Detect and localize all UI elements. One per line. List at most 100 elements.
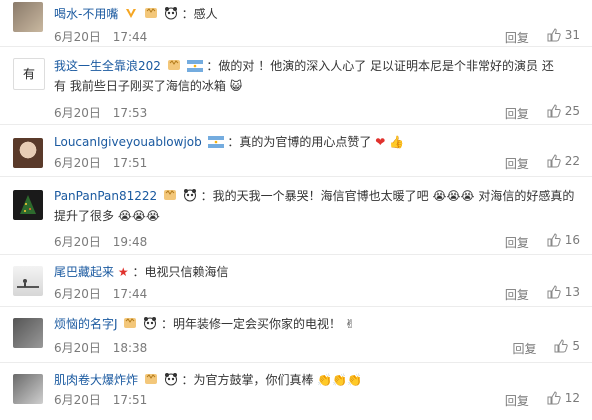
svg-text:有: 有 <box>23 67 35 81</box>
figure-avatar <box>17 279 39 288</box>
comment-text: ：感人 <box>181 7 218 21</box>
christmas-tree-avatar <box>20 195 36 214</box>
thumbs-up-icon <box>547 285 561 299</box>
panda-badge-icon <box>183 189 196 202</box>
crying-emoji-icon: 😭😭😭 <box>432 189 475 203</box>
crying-emoji-icon: 😭😭😭 <box>117 209 160 223</box>
comment-text: ：为官方鼓掌，你们真棒 <box>181 373 314 387</box>
avatar[interactable] <box>13 266 43 296</box>
comment-text-continued: 提升了很多 <box>54 209 115 223</box>
comment-meta: 6月20日 17:44 <box>54 285 147 302</box>
comment-time: 17:44 <box>112 30 148 44</box>
comment-item: 肌肉卷大爆炸炸 ：为官方鼓掌，你们真棒 👏👏👏 6月20日 17:51 回复 1… <box>0 362 592 420</box>
thumbs-up-icon <box>547 391 561 405</box>
comment-meta: 6月20日 18:38 <box>54 339 147 356</box>
comment-time: 17:44 <box>112 287 148 301</box>
username[interactable]: 尾巴藏起来 <box>54 265 114 279</box>
comment-meta: 6月20日 19:48 <box>54 233 147 250</box>
like-button[interactable]: 31 <box>547 28 580 42</box>
victory-hand-emoji-icon: ✌ <box>344 317 355 331</box>
like-count: 12 <box>564 391 580 405</box>
comment-item: 烦恼的名字J ：明年装修一定会买你家的电视！ ✌ 6月20日 18:38 回复 … <box>0 306 592 363</box>
like-count: 25 <box>564 104 580 118</box>
comment-item: 喝水-不用嘴 ：感人 6月20日 17:44 回复 31 <box>0 0 592 47</box>
cat-badge-icon <box>163 190 176 200</box>
comment-date: 6月20日 <box>54 156 101 170</box>
comment-text: ：明年装修一定会买你家的电视！ <box>161 317 342 331</box>
like-button[interactable]: 25 <box>547 104 580 118</box>
comment-meta: 6月20日 17:51 <box>54 154 147 171</box>
avatar[interactable] <box>13 190 43 220</box>
reply-button[interactable]: 回复 <box>505 288 529 302</box>
username[interactable]: 烦恼的名字J <box>54 317 118 331</box>
comment-time: 18:38 <box>112 341 148 355</box>
comment-meta: 6月20日 17:53 <box>54 104 147 121</box>
comment-text: ：电视只信赖海信 <box>132 265 229 279</box>
username[interactable]: 肌肉卷大爆炸炸 <box>54 373 138 387</box>
panda-badge-icon <box>164 373 177 386</box>
reply-button[interactable]: 回复 <box>505 236 529 250</box>
argentina-flag-icon <box>207 136 224 148</box>
cat-badge-icon <box>124 318 137 328</box>
comment-time: 17:51 <box>112 393 148 407</box>
comment-actions: 回复 22 <box>505 154 580 172</box>
username[interactable]: LoucanIgiveyouablowjob <box>54 135 202 149</box>
comment-time: 19:48 <box>112 235 148 249</box>
comment-item: PanPanPan81222 ：我的天我一个暴哭！海信官博也太暖了吧 😭😭😭 对… <box>0 176 592 255</box>
comment-text-after: 对海信的好感真的 <box>478 189 575 203</box>
clapping-emoji-icon: 👏👏👏 <box>317 373 363 387</box>
username[interactable]: PanPanPan81222 <box>54 189 157 203</box>
like-button[interactable]: 12 <box>547 391 580 405</box>
like-button[interactable]: 16 <box>547 233 580 247</box>
thumbs-up-icon <box>547 233 561 247</box>
cat-badge-icon <box>144 374 157 384</box>
comment-date: 6月20日 <box>54 235 101 249</box>
avatar[interactable] <box>13 2 43 32</box>
like-count: 13 <box>564 285 580 299</box>
comment-time: 17:53 <box>112 106 148 120</box>
reply-button[interactable]: 回复 <box>505 157 529 171</box>
avatar[interactable] <box>13 318 43 348</box>
reply-button[interactable]: 回复 <box>505 107 529 121</box>
comment-text: ：我的天我一个暴哭！海信官博也太暖了吧 <box>200 189 429 203</box>
comment-meta: 6月20日 17:44 <box>54 28 147 45</box>
panda-badge-icon <box>164 7 177 20</box>
comment-date: 6月20日 <box>54 287 101 301</box>
avatar[interactable] <box>13 138 43 168</box>
comment-meta: 6月20日 17:51 <box>54 391 147 408</box>
avatar-logo: 有 <box>23 67 35 81</box>
like-button[interactable]: 22 <box>547 154 580 168</box>
star-badge-icon: ★ <box>117 265 129 279</box>
avatar[interactable]: 有 <box>13 58 45 90</box>
cat-badge-icon <box>145 8 157 18</box>
comment-item: LoucanIgiveyouablowjob ：真的为官博的用心点赞了 ❤ 👍 … <box>0 124 592 177</box>
comment-actions: 回复 25 <box>505 104 580 122</box>
argentina-flag-icon <box>186 60 203 72</box>
cat-badge-icon <box>167 60 180 70</box>
like-count: 5 <box>572 339 580 353</box>
comment-date: 6月20日 <box>54 341 101 355</box>
username[interactable]: 我这一生全靠浪202 <box>54 59 161 73</box>
comment-text: ：做的对 ！他演的深入人心了 足以证明本尼是个非常好的演员 还 <box>206 59 554 73</box>
reply-button[interactable]: 回复 <box>513 342 537 356</box>
heart-emoji-icon: ❤ <box>375 135 386 149</box>
comment-item: 尾巴藏起来 ★ ：电视只信赖海信 6月20日 17:44 回复 13 <box>0 254 592 307</box>
like-count: 16 <box>564 233 580 247</box>
like-button[interactable]: 13 <box>547 285 580 299</box>
comment-item: 有 我这一生全靠浪202 ：做的对 ！他演的深入人心了 足以证明本尼是个非常好的… <box>0 46 592 125</box>
comment-actions: 回复 5 <box>513 339 580 357</box>
panda-badge-icon <box>144 317 157 330</box>
comment-date: 6月20日 <box>54 106 101 120</box>
reply-button[interactable]: 回复 <box>505 31 529 45</box>
thumbs-up-icon <box>547 154 561 168</box>
avatar[interactable] <box>13 374 43 404</box>
v-badge-icon <box>126 9 137 18</box>
thumbs-up-icon <box>547 104 561 118</box>
reply-button[interactable]: 回复 <box>505 394 529 408</box>
comment-date: 6月20日 <box>54 393 101 407</box>
username[interactable]: 喝水-不用嘴 <box>54 7 118 21</box>
comment-actions: 回复 16 <box>505 233 580 251</box>
like-button[interactable]: 5 <box>554 339 580 353</box>
like-count: 31 <box>564 28 580 42</box>
comment-actions: 回复 31 <box>505 28 580 46</box>
